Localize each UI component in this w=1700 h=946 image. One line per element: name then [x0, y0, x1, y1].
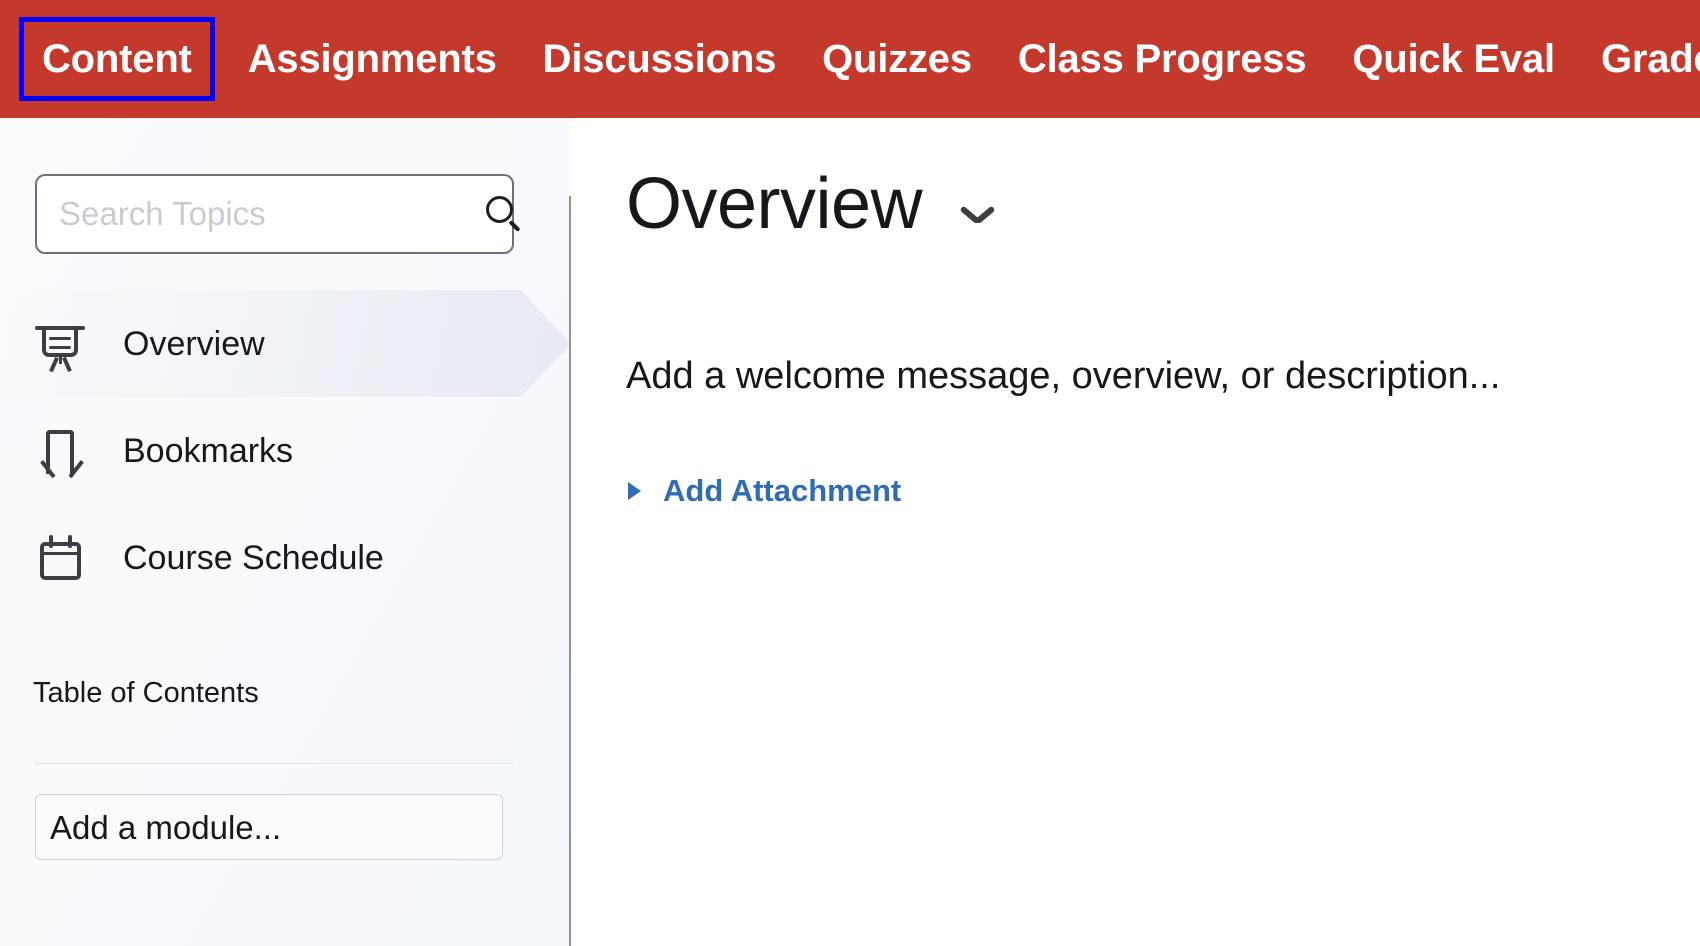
table-of-contents-heading: Table of Contents — [33, 677, 259, 709]
nav-tab-assignments[interactable]: Assignments — [234, 30, 511, 88]
page-title: Overview — [626, 164, 923, 244]
add-attachment-label: Add Attachment — [663, 473, 902, 508]
bookmark-icon — [33, 424, 87, 478]
add-module-input[interactable]: Add a module... — [35, 794, 503, 860]
nav-tab-quick-eval[interactable]: Quick Eval — [1338, 30, 1569, 88]
sidebar-item-course-schedule[interactable]: Course Schedule — [0, 504, 571, 611]
sidebar-item-label-overview: Overview — [123, 324, 265, 363]
page-body: Overview Bookmarks Course Schedule Table… — [0, 118, 1700, 946]
page-title-row: Overview — [626, 168, 996, 240]
search-input[interactable] — [59, 195, 484, 233]
top-navigation-bar: Content Assignments Discussions Quizzes … — [0, 0, 1700, 118]
add-module-label: Add a module... — [50, 808, 282, 846]
search-topics-box[interactable] — [35, 174, 521, 254]
sidebar-item-label-course-schedule: Course Schedule — [123, 538, 384, 577]
sidebar-item-bookmarks[interactable]: Bookmarks — [0, 397, 571, 504]
triangle-right-icon — [628, 481, 641, 500]
main-content-area: Overview Add a welcome message, overview… — [571, 118, 1700, 946]
welcome-message-placeholder[interactable]: Add a welcome message, overview, or desc… — [626, 355, 1500, 398]
presentation-icon — [33, 317, 87, 372]
nav-tab-grades[interactable]: Grades — [1587, 30, 1700, 88]
calendar-icon — [33, 531, 87, 585]
sidebar-divider — [35, 763, 514, 764]
sidebar-item-label-bookmarks: Bookmarks — [123, 431, 294, 470]
chevron-down-icon[interactable] — [959, 204, 996, 226]
sidebar-item-overview[interactable]: Overview — [0, 290, 571, 397]
content-sidebar: Overview Bookmarks Course Schedule Table… — [0, 118, 571, 946]
nav-tab-content[interactable]: Content — [19, 17, 215, 101]
sidebar-nav-list: Overview Bookmarks Course Schedule — [0, 290, 571, 611]
nav-tab-discussions[interactable]: Discussions — [529, 30, 790, 88]
nav-tab-quizzes[interactable]: Quizzes — [808, 30, 986, 88]
add-attachment-link[interactable]: Add Attachment — [628, 475, 901, 506]
search-icon[interactable] — [484, 194, 524, 234]
nav-tab-class-progress[interactable]: Class Progress — [1004, 30, 1320, 88]
